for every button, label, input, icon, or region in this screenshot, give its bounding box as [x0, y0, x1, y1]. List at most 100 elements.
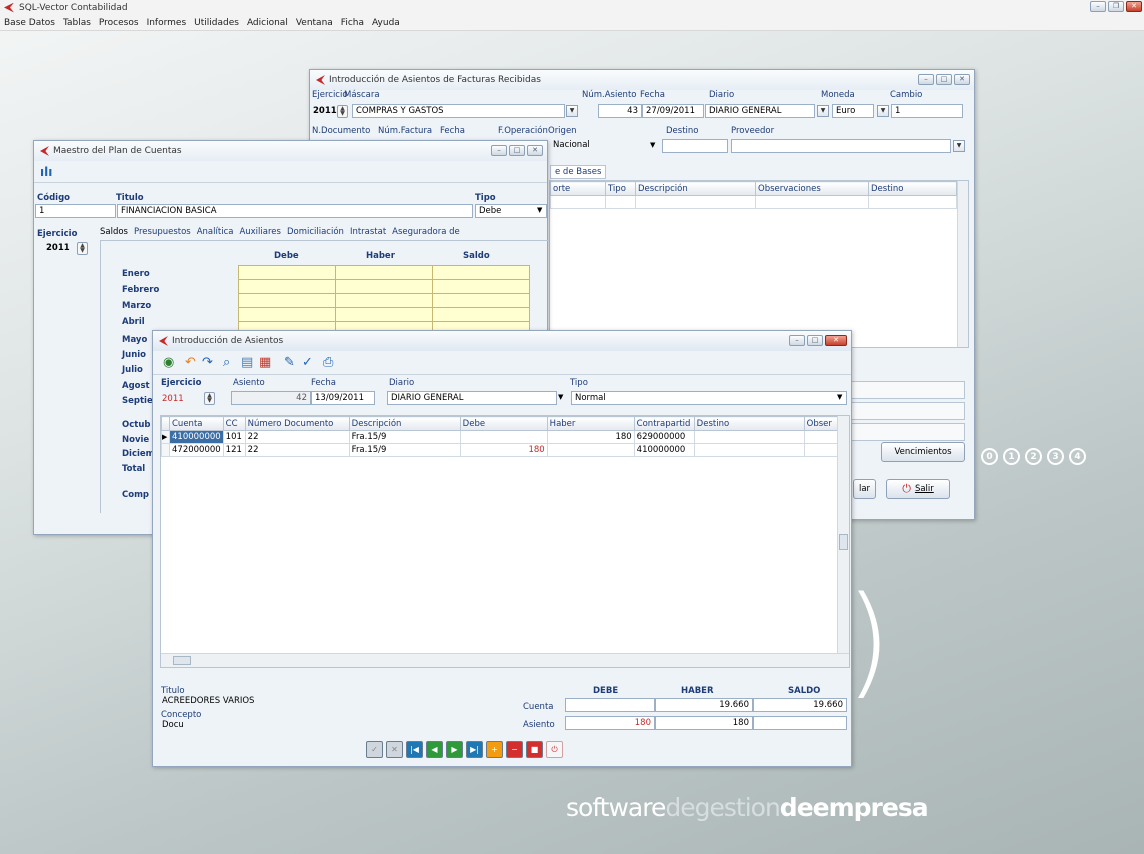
- cell-haber[interactable]: 180: [546, 430, 635, 444]
- asientos-tipo-dropdown-icon[interactable]: ▼: [837, 393, 842, 401]
- redo-icon[interactable]: ↷: [202, 356, 213, 370]
- asientos-col-haber[interactable]: Haber: [546, 416, 635, 431]
- menu-procesos[interactable]: Procesos: [99, 18, 139, 28]
- asientos-diario-field[interactable]: DIARIO GENERAL: [387, 391, 557, 405]
- cell-numdoc[interactable]: 22: [244, 430, 350, 444]
- cancelar-button[interactable]: lar: [853, 479, 876, 499]
- menu-ayuda[interactable]: Ayuda: [372, 18, 400, 28]
- facturas-moneda-dropdown[interactable]: ▼: [877, 105, 889, 117]
- table-row[interactable]: ▶ 410000000 101 22 Fra.15/9 180 62900000…: [161, 430, 839, 444]
- plan-tab-auxiliares[interactable]: Auxiliares: [239, 227, 281, 237]
- facturas-close-button[interactable]: ✕: [954, 74, 970, 85]
- facturas-num-asiento-field[interactable]: 43: [598, 104, 642, 118]
- accept-icon[interactable]: ✓: [366, 741, 383, 758]
- asientos-col-numdoc[interactable]: Número Documento: [244, 416, 350, 431]
- plan-tab-saldos[interactable]: Saldos: [100, 227, 128, 237]
- plan-tab-analitica[interactable]: Analítica: [197, 227, 234, 237]
- undo-icon[interactable]: ↶: [185, 356, 196, 370]
- cell-observaciones[interactable]: [803, 430, 839, 444]
- plan-maximize-button[interactable]: □: [509, 145, 525, 156]
- facturas-mascara-dropdown[interactable]: ▼: [566, 105, 578, 117]
- first-record-icon[interactable]: |◀: [406, 741, 423, 758]
- cell-haber[interactable]: [546, 443, 635, 457]
- cell-cc[interactable]: 121: [222, 443, 246, 457]
- print-icon[interactable]: ⎙: [323, 356, 333, 370]
- menu-adicional[interactable]: Adicional: [247, 18, 288, 28]
- asientos-vertical-scrollbar[interactable]: [837, 416, 849, 654]
- app-minimize-button[interactable]: –: [1090, 1, 1106, 12]
- plan-tab-domiciliacion[interactable]: Domiciliación: [287, 227, 344, 237]
- asientos-col-observaciones[interactable]: Obser: [803, 416, 839, 431]
- asientos-col-contrapartida[interactable]: Contrapartid: [633, 416, 695, 431]
- previous-record-icon[interactable]: ◀: [426, 741, 443, 758]
- power-off-icon[interactable]: ⏻: [546, 741, 563, 758]
- plan-close-button[interactable]: ✕: [527, 145, 543, 156]
- plan-ejercicio-spinner[interactable]: ▲ ▼: [77, 242, 88, 255]
- asientos-col-descripcion[interactable]: Descripción: [348, 416, 461, 431]
- asientos-vscroll-thumb[interactable]: [839, 534, 848, 550]
- cell-debe[interactable]: 180: [459, 443, 548, 457]
- cell-cuenta[interactable]: 410000000: [169, 430, 224, 444]
- asientos-diario-dropdown-icon[interactable]: ▼: [558, 393, 563, 401]
- search-icon[interactable]: ⌕: [223, 356, 230, 370]
- plan-tab-intrastat[interactable]: Intrastat: [350, 227, 386, 237]
- cell-descripcion[interactable]: Fra.15/9: [348, 443, 461, 457]
- cell-contrapartida[interactable]: 629000000: [633, 430, 695, 444]
- plan-minimize-button[interactable]: –: [491, 145, 507, 156]
- asientos-col-destino[interactable]: Destino: [693, 416, 805, 431]
- facturas-maximize-button[interactable]: □: [936, 74, 952, 85]
- facturas-proveedor-field[interactable]: [731, 139, 951, 153]
- vencimientos-button[interactable]: Vencimientos: [881, 442, 965, 462]
- facturas-moneda-field[interactable]: Euro: [832, 104, 874, 118]
- cell-destino[interactable]: [693, 430, 805, 444]
- app-restore-button[interactable]: ❐: [1108, 1, 1124, 12]
- asientos-horizontal-scrollbar[interactable]: [161, 653, 849, 667]
- facturas-destino-field[interactable]: [662, 139, 728, 153]
- cell-contrapartida[interactable]: 410000000: [633, 443, 695, 457]
- facturas-ejercicio-spinner[interactable]: ▲ ▼: [337, 105, 348, 118]
- asientos-hscroll-thumb[interactable]: [173, 656, 191, 665]
- facturas-diario-field[interactable]: DIARIO GENERAL: [705, 104, 815, 118]
- asientos-tipo-field[interactable]: Normal: [571, 391, 847, 405]
- asientos-col-cuenta[interactable]: Cuenta: [169, 416, 224, 431]
- facturas-mascara-field[interactable]: COMPRAS Y GASTOS: [352, 104, 565, 118]
- cell-observaciones[interactable]: [803, 443, 839, 457]
- record-icon[interactable]: ◉: [163, 356, 174, 370]
- menu-tablas[interactable]: Tablas: [63, 18, 91, 28]
- facturas-fecha-field[interactable]: 27/09/2011: [642, 104, 704, 118]
- edit-icon[interactable]: ✎: [284, 356, 295, 370]
- last-record-icon[interactable]: ▶|: [466, 741, 483, 758]
- menu-ventana[interactable]: Ventana: [296, 18, 333, 28]
- facturas-origen-dropdown-icon[interactable]: ▼: [650, 141, 655, 149]
- plan-tab-aseguradora[interactable]: Aseguradora de: [392, 227, 460, 237]
- facturas-diario-dropdown[interactable]: ▼: [817, 105, 829, 117]
- menu-informes[interactable]: Informes: [147, 18, 187, 28]
- asientos-maximize-button[interactable]: □: [807, 335, 823, 346]
- facturas-cambio-field[interactable]: 1: [891, 104, 963, 118]
- next-record-icon[interactable]: ▶: [446, 741, 463, 758]
- facturas-col-destino[interactable]: Destino: [868, 181, 957, 196]
- facturas-tab-bases[interactable]: e de Bases: [550, 165, 607, 179]
- plan-tipo-dropdown-icon[interactable]: ▼: [537, 206, 542, 214]
- asientos-col-debe[interactable]: Debe: [459, 416, 548, 431]
- cell-cc[interactable]: 101: [222, 430, 246, 444]
- asientos-minimize-button[interactable]: –: [789, 335, 805, 346]
- menu-ficha[interactable]: Ficha: [341, 18, 364, 28]
- menu-utilidades[interactable]: Utilidades: [194, 18, 239, 28]
- delete-record-icon[interactable]: −: [506, 741, 523, 758]
- asientos-ejercicio-spinner[interactable]: ▲ ▼: [204, 392, 215, 405]
- table-row[interactable]: 472000000 121 22 Fra.15/9 180 410000000: [161, 443, 839, 457]
- cell-destino[interactable]: [693, 443, 805, 457]
- plan-titulo-field[interactable]: FINANCIACION BASICA: [117, 204, 473, 218]
- facturas-col-tipo[interactable]: Tipo: [605, 181, 636, 196]
- stop-icon[interactable]: ■: [526, 741, 543, 758]
- facturas-origen-field[interactable]: Nacional: [550, 139, 660, 153]
- chart-icon[interactable]: ılı: [40, 165, 52, 179]
- facturas-col-observaciones[interactable]: Observaciones: [755, 181, 869, 196]
- facturas-grid-scrollbar[interactable]: [957, 181, 968, 347]
- app-close-button[interactable]: ✕: [1126, 1, 1142, 12]
- salir-button[interactable]: ⏻ Salir: [886, 479, 950, 499]
- cell-numdoc[interactable]: 22: [244, 443, 350, 457]
- cell-descripcion[interactable]: Fra.15/9: [348, 430, 461, 444]
- facturas-col-importe[interactable]: orte: [550, 181, 606, 196]
